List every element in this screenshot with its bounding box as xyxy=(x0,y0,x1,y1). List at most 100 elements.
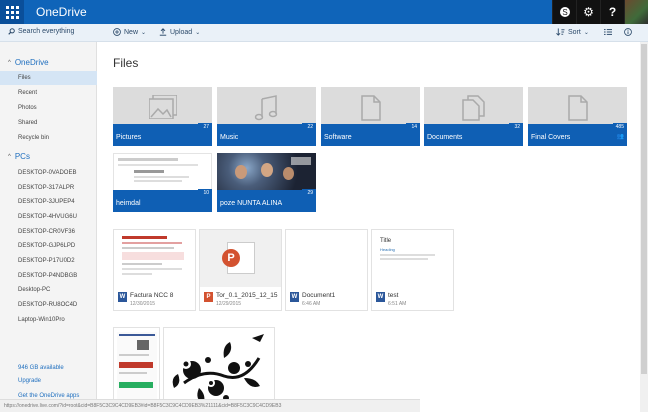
sidebar-item-pc[interactable]: DESKTOP-P17U0D2 xyxy=(0,254,97,268)
new-button[interactable]: New ⌄ xyxy=(113,28,146,36)
folder-preview-photo xyxy=(217,153,316,191)
chevron-up-icon: ^ xyxy=(8,153,11,160)
folder-count: 14 xyxy=(406,123,420,131)
file-date: 12/29/2015 xyxy=(216,301,242,307)
search-box[interactable]: Search everything xyxy=(8,28,74,35)
sidebar-item-pc[interactable]: DESKTOP-4HVUG6U xyxy=(0,210,97,224)
folder-count: 27 xyxy=(198,123,212,131)
folder-name: Documents xyxy=(427,134,463,141)
folder-name: Music xyxy=(220,134,239,141)
file-date: 6:46 AM xyxy=(302,301,321,307)
music-icon xyxy=(254,95,277,121)
chevron-up-icon: ^ xyxy=(8,59,11,66)
sidebar-heading-label: OneDrive xyxy=(14,58,49,67)
sidebar-item-pc[interactable]: DESKTOP-3JUPEP4 xyxy=(0,195,97,209)
search-label: Search everything xyxy=(18,28,75,35)
folder-name: Final Covers xyxy=(531,134,571,141)
sidebar-item-pc[interactable]: DESKTOP-317ALPR xyxy=(0,181,97,195)
sidebar-onedrive-heading[interactable]: ^ OneDrive xyxy=(8,58,49,67)
sidebar-item-recycle-bin[interactable]: Recycle bin xyxy=(0,131,97,145)
preview-heading: Heading xyxy=(380,247,395,252)
folder-tile-software[interactable]: 14 Software xyxy=(321,87,420,146)
documents-icon xyxy=(461,95,485,121)
file-card-floral-image[interactable] xyxy=(163,327,275,407)
user-avatar[interactable] xyxy=(624,0,648,24)
folder-tile-documents[interactable]: 32 Documents xyxy=(424,87,523,146)
shared-people-icon: 👥 xyxy=(616,134,624,140)
page-title: Files xyxy=(113,56,139,70)
sidebar-item-pc[interactable]: DESKTOP-P4NDBGB xyxy=(0,269,97,283)
sort-button[interactable]: Sort ⌄ xyxy=(556,28,589,36)
folder-name: heimdal xyxy=(116,200,141,207)
file-name: test xyxy=(388,292,399,299)
file-card-screenshot[interactable] xyxy=(113,327,160,407)
sidebar-heading-label: PCs xyxy=(14,152,30,161)
chevron-down-icon: ⌄ xyxy=(141,29,147,36)
search-icon xyxy=(8,28,15,35)
folder-tile-heimdal[interactable]: 10 heimdal xyxy=(113,153,212,212)
file-card-factura[interactable]: W Factura NCC 8 12/30/2015 xyxy=(113,229,196,311)
sidebar-item-pc[interactable]: Desktop-PC xyxy=(0,283,97,297)
file-preview: P xyxy=(200,230,281,287)
sidebar-item-files[interactable]: Files xyxy=(0,71,97,85)
sidebar-item-photos[interactable]: Photos xyxy=(0,101,97,115)
upgrade-link[interactable]: Upgrade xyxy=(18,378,41,384)
folder-tile-pictures[interactable]: 27 Pictures xyxy=(113,87,212,146)
sort-label: Sort xyxy=(568,28,581,36)
folder-count: 32 xyxy=(509,123,523,131)
skype-icon[interactable]: S xyxy=(552,0,576,24)
file-date: 6:51 AM xyxy=(388,301,407,307)
file-card-test[interactable]: Title Heading W test 6:51 AM xyxy=(371,229,454,311)
folder-name: Pictures xyxy=(116,134,142,141)
file-card-tor[interactable]: P P Tor_0.1_2015_12_15 12/29/2015 xyxy=(199,229,282,311)
app-title[interactable]: OneDrive xyxy=(36,5,87,19)
svg-text:S: S xyxy=(562,8,567,17)
sidebar-item-shared[interactable]: Shared xyxy=(0,116,97,130)
storage-available-text: 946 GB available xyxy=(18,365,64,371)
help-icon[interactable]: ? xyxy=(600,0,624,24)
chevron-down-icon: ⌄ xyxy=(583,29,589,36)
document-icon xyxy=(567,95,588,121)
file-card-document1[interactable]: W Document1 6:46 AM xyxy=(285,229,368,311)
upload-button[interactable]: Upload ⌄ xyxy=(159,28,200,36)
folder-tile-final-covers[interactable]: 485 Final Covers 👥 xyxy=(528,87,627,146)
powerpoint-icon: P xyxy=(222,242,255,274)
file-preview: Title Heading xyxy=(372,230,453,287)
app-launcher-icon[interactable] xyxy=(0,0,24,24)
plus-circle-icon xyxy=(113,28,121,36)
folder-tile-music[interactable]: 22 Music xyxy=(217,87,316,146)
folder-tile-poze-nunta-alina[interactable]: 29 poze NUNTA ALINA xyxy=(217,153,316,212)
sidebar-item-pc[interactable]: DESKTOP-0VADOEB xyxy=(0,166,97,180)
folder-count: 29 xyxy=(302,189,316,197)
sidebar-item-pc[interactable]: Laptop-Win10Pro xyxy=(0,313,97,327)
preview-title: Title xyxy=(380,238,392,244)
file-preview xyxy=(114,230,195,287)
folder-preview xyxy=(113,153,212,191)
word-file-icon: W xyxy=(290,292,299,302)
upload-label: Upload xyxy=(170,28,193,36)
powerpoint-file-icon: P xyxy=(204,292,213,302)
document-icon xyxy=(360,95,381,121)
sidebar-item-pc[interactable]: DESKTOP-GJP6LPD xyxy=(0,239,97,253)
list-view-icon[interactable] xyxy=(604,28,612,36)
scrollbar-thumb[interactable] xyxy=(641,44,647,374)
sidebar-item-pc[interactable]: DESKTOP-RU8OC4D xyxy=(0,298,97,312)
floral-silhouette-image xyxy=(172,334,264,403)
folder-name: poze NUNTA ALINA xyxy=(220,200,283,207)
command-bar: Search everything New ⌄ Upload ⌄ Sort ⌄ xyxy=(0,24,648,42)
info-icon[interactable] xyxy=(624,28,632,36)
folder-count: 22 xyxy=(302,123,316,131)
upload-icon xyxy=(159,28,167,36)
chevron-down-icon: ⌄ xyxy=(195,29,201,36)
vertical-scrollbar[interactable] xyxy=(640,42,648,412)
status-url: https://onedrive.live.com/?id=root&cid=B… xyxy=(0,399,420,412)
sidebar-item-pc[interactable]: DESKTOP-CR0VF36 xyxy=(0,225,97,239)
sidebar-pcs-heading[interactable]: ^ PCs xyxy=(8,152,30,161)
picture-icon xyxy=(148,95,177,119)
word-file-icon: W xyxy=(376,292,385,302)
sidebar-item-recent[interactable]: Recent xyxy=(0,86,97,100)
file-name: Document1 xyxy=(302,292,336,299)
file-name: Tor_0.1_2015_12_15 xyxy=(216,292,278,299)
sidebar: ^ OneDrive Files Recent Photos Shared Re… xyxy=(0,42,97,412)
settings-gear-icon[interactable]: ⚙ xyxy=(576,0,600,24)
